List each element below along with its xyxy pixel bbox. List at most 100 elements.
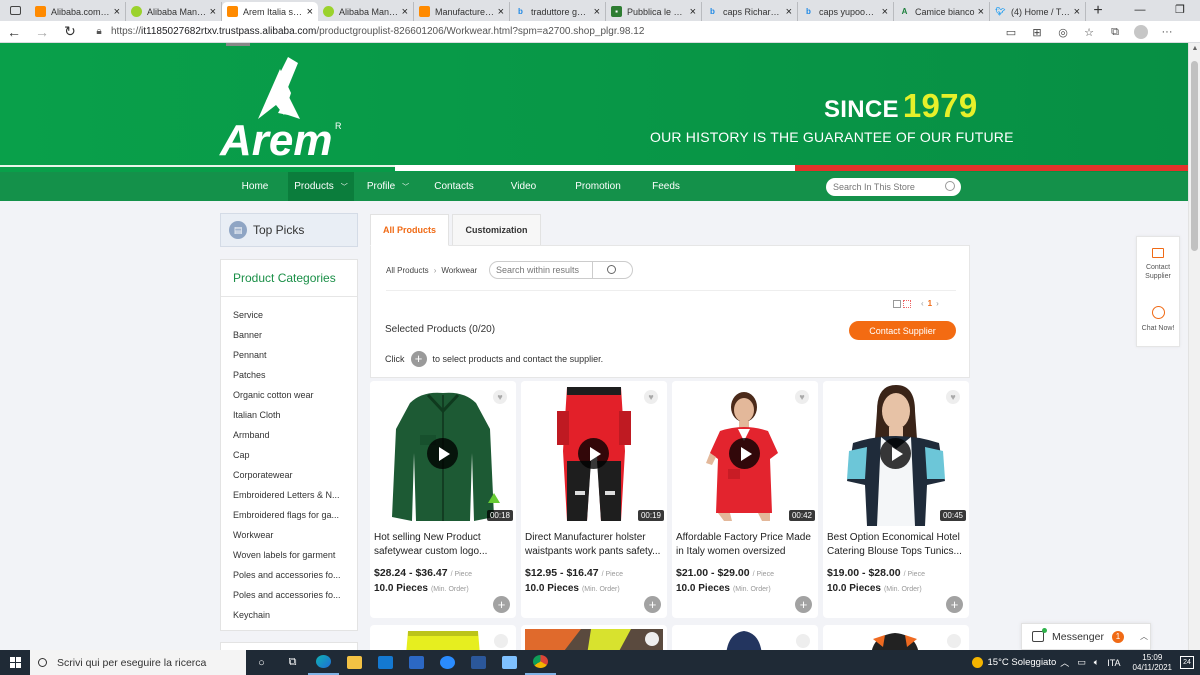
read-aloud-icon[interactable]: ▭ (998, 26, 1024, 39)
task-view-icon[interactable]: ⧉ (277, 650, 308, 675)
category-item[interactable]: Cap (221, 445, 345, 465)
network-icon[interactable]: ▭ (1077, 657, 1086, 668)
contact-supplier-float[interactable]: Contact Supplier (1137, 237, 1179, 292)
category-item[interactable]: Corporatewear (221, 465, 345, 485)
category-item[interactable]: Workwear (221, 525, 345, 545)
messenger-widget[interactable]: Messenger 1 ︿ (1021, 623, 1151, 650)
category-item[interactable]: Armband (221, 425, 345, 445)
minimize-icon[interactable]: — (1120, 0, 1160, 21)
weather-icon[interactable] (971, 657, 983, 668)
favorites-icon[interactable]: ☆ (1076, 26, 1102, 39)
close-tab-icon[interactable]: × (402, 6, 408, 18)
language-icon[interactable]: ITA (1107, 658, 1120, 668)
tray-overflow-icon[interactable]: ︿ (1060, 656, 1069, 669)
category-item[interactable]: Patches (221, 365, 345, 385)
close-tab-icon[interactable]: × (786, 6, 792, 18)
store-search-input[interactable]: Search In This Store (826, 178, 961, 196)
play-icon[interactable] (427, 438, 458, 469)
reload-icon[interactable]: ↻ (56, 23, 84, 40)
page-scrollbar[interactable]: ▲ (1188, 43, 1200, 650)
restore-icon[interactable]: ❐ (1160, 0, 1200, 21)
more-menu-icon[interactable]: ··· (1154, 26, 1180, 38)
forward-icon[interactable]: → (28, 24, 56, 40)
extensions-icon[interactable]: ⊞ (1024, 26, 1050, 39)
product-card[interactable]: 00:18 ♥ Hot selling New Product safetywe… (370, 381, 516, 618)
new-tab-button[interactable]: + (1086, 2, 1110, 20)
chat-now-float[interactable]: Chat Now! (1137, 292, 1179, 347)
category-item[interactable]: Service (221, 305, 345, 325)
product-title[interactable]: Affordable Factory Price Made in Italy w… (676, 531, 814, 559)
taskbar-search[interactable]: Scrivi qui per eseguire la ricerca (30, 650, 246, 675)
category-item[interactable]: Embroidered Letters & N... (221, 485, 345, 505)
favorite-heart-icon[interactable]: ♥ (795, 390, 809, 404)
contact-supplier-button[interactable]: Contact Supplier (849, 321, 956, 340)
category-item[interactable]: Banner (221, 325, 345, 345)
browser-tab[interactable]: A Camice bianco × (894, 2, 990, 21)
close-tab-icon[interactable]: × (1074, 6, 1080, 18)
close-tab-icon[interactable]: × (114, 6, 120, 18)
collections-icon[interactable]: ⧉ (1102, 26, 1128, 39)
nav-item-promotion[interactable]: Promotion (561, 172, 635, 201)
nav-item-profile[interactable]: Profile ﹀ (354, 172, 422, 201)
category-item[interactable]: Organic cotton wear (221, 385, 345, 405)
search-icon[interactable] (945, 181, 955, 191)
category-item[interactable]: Embroidered flags for ga... (221, 505, 345, 525)
close-tab-icon[interactable]: × (690, 6, 696, 18)
browser-tab[interactable]: Arem Italia srl - Workwear× (222, 2, 318, 21)
add-to-select-icon[interactable]: + (493, 596, 510, 613)
nav-item-video[interactable]: Video (486, 172, 561, 201)
profile-avatar[interactable] (1134, 25, 1148, 39)
start-button[interactable] (0, 650, 30, 675)
browser-tab[interactable]: b caps Richardson× (702, 2, 798, 21)
url-field[interactable]: https://it1185027682rtxv.trustpass.aliba… (111, 26, 644, 37)
grid-view-icon[interactable] (903, 299, 911, 308)
product-card[interactable]: 00:45 ♥ Best Option Economical Hotel Cat… (823, 381, 969, 618)
favorite-heart-icon[interactable]: ♥ (493, 390, 507, 404)
browser-tab[interactable]: Alibaba Manufacturer× (318, 2, 414, 21)
browser-tab[interactable]: 🐦︎ (4) Home / Twitter× (990, 2, 1086, 21)
product-card[interactable]: 00:42 ♥ Affordable Factory Price Made in… (672, 381, 818, 618)
maps-icon[interactable] (432, 650, 463, 675)
favorite-heart-icon[interactable]: ♥ (946, 390, 960, 404)
browser-tab[interactable]: b traduttore google× (510, 2, 606, 21)
browser-tab[interactable]: ▪ Pubblica le ultime× (606, 2, 702, 21)
category-item[interactable]: Pennant (221, 345, 345, 365)
chevron-up-icon[interactable]: ︿ (1140, 631, 1148, 642)
nav-item-contacts[interactable]: Contacts (422, 172, 486, 201)
weather-text[interactable]: 15°C Soleggiato (988, 657, 1057, 668)
product-card[interactable]: 00:19 ♥ Direct Manufacturer holster wais… (521, 381, 667, 618)
nav-item-home[interactable]: Home (222, 172, 288, 201)
back-icon[interactable]: ← (0, 24, 28, 40)
close-tab-icon[interactable]: × (978, 6, 984, 18)
category-item[interactable]: Keychain (221, 605, 345, 625)
store-icon[interactable] (401, 650, 432, 675)
edge-icon[interactable] (308, 650, 339, 675)
nav-item-feeds[interactable]: Feeds (635, 172, 697, 201)
tab-actions-icon[interactable] (0, 0, 30, 21)
notifications-icon[interactable]: 24 (1180, 656, 1194, 669)
product-title[interactable]: Hot selling New Product safetywear custo… (374, 531, 512, 559)
speaker-icon[interactable]: 🔈︎ (1094, 657, 1099, 668)
file-explorer-icon[interactable] (339, 650, 370, 675)
category-item[interactable]: Italian Cloth (221, 405, 345, 425)
close-tab-icon[interactable]: × (594, 6, 600, 18)
category-item[interactable]: Woven labels for garment (221, 545, 345, 565)
prev-page-icon[interactable]: ‹ (921, 299, 924, 308)
breadcrumb-all-products[interactable]: All Products (386, 266, 429, 275)
top-picks[interactable]: ▤ Top Picks (220, 213, 358, 247)
category-item[interactable]: Poles and accessories fo... (221, 565, 345, 585)
product-title[interactable]: Direct Manufacturer holster waistpants w… (525, 531, 663, 559)
word-icon[interactable] (463, 650, 494, 675)
browser-tab[interactable]: Alibaba Manufacturer× (126, 2, 222, 21)
close-tab-icon[interactable]: × (498, 6, 504, 18)
search-within-results[interactable]: Search within results (489, 261, 633, 279)
close-tab-icon[interactable]: × (210, 6, 216, 18)
tab-customization[interactable]: Customization (452, 214, 541, 246)
browser-tab[interactable]: Alibaba.com: Manufacturers× (30, 2, 126, 21)
browser-tab[interactable]: b caps yupoong 6 × (798, 2, 894, 21)
lock-icon[interactable]: 🔒︎ (90, 26, 108, 37)
add-to-select-icon[interactable]: + (644, 596, 661, 613)
play-icon[interactable] (578, 438, 609, 469)
browser-tab[interactable]: Manufacturers, Suppliers× (414, 2, 510, 21)
product-title[interactable]: Best Option Economical Hotel Catering Bl… (827, 531, 965, 559)
